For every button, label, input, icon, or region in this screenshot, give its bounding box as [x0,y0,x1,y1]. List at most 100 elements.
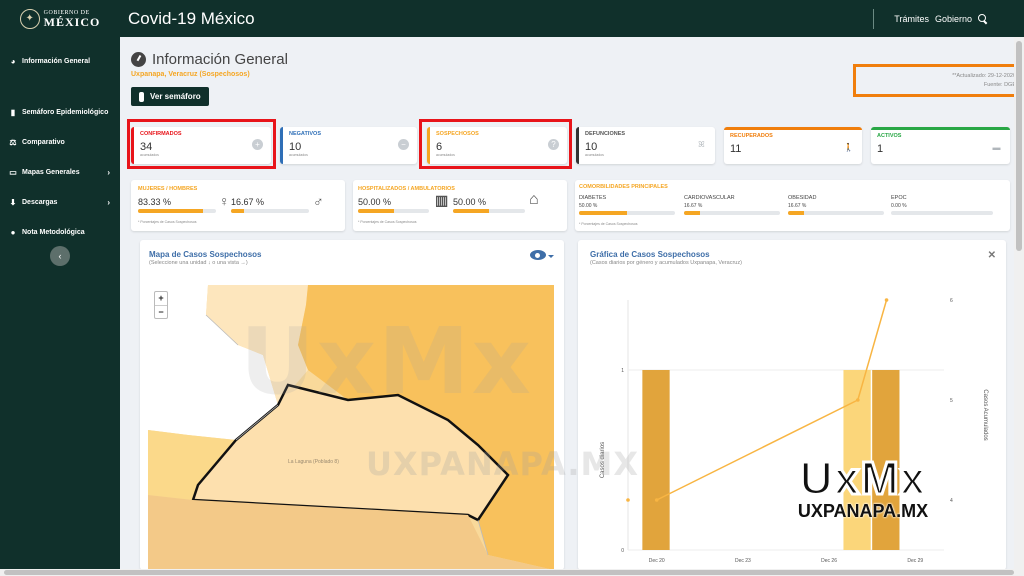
ver-semaforo-button[interactable]: Ver semáforo [131,87,209,106]
scrollbar-thumb[interactable] [4,570,1014,575]
men-value: 16.67 % [231,197,265,207]
cumulative-point [856,398,860,402]
stat-recuperados[interactable]: RECUPERADOS 11 🚶 [724,127,862,164]
y2-tick-label: 5 [950,398,953,404]
uxmx-logo: UxMx UXPANAPA.MX [768,454,958,535]
walking-icon: 🚶 [843,143,854,152]
x-tick-label: Dec 20 [649,558,665,564]
stat-value: 11 [730,143,742,155]
hospital-icon: ▥ [435,192,449,208]
comorbidity-bar-fill [788,211,804,215]
hospitalized-bar [358,209,429,213]
men-bar [231,209,309,213]
home-icon: ⌂ [529,191,539,208]
stat-sub: acumulados [289,153,308,157]
logo-line2: MÉXICO [43,14,101,29]
cumulative-point [884,298,889,302]
comorbidity-label: CARDIOVASCULAR [684,195,735,201]
stat-activos[interactable]: ACTIVOS 1 ▬ [871,127,1010,164]
comorbidity-bar [684,211,780,215]
women-bar-fill [138,209,203,213]
stat-label: RECUPERADOS [730,133,773,139]
comorbidity-bar [788,211,884,215]
ambulatory-bar-fill [453,209,489,213]
stat-label: ACTIVOS [877,133,902,139]
comorbidity-bar-fill [579,211,627,215]
sidebar-item-label: Información General [22,57,91,65]
close-icon[interactable]: ✕ [988,250,996,261]
stat-sub: acumulados [585,153,604,157]
updated-date: **Actualizado: 29-12-2020 [952,72,1016,79]
compare-icon: ⚖ [9,137,17,147]
data-source: Fuente: DGE [983,81,1016,88]
zoom-out-button[interactable]: − [155,305,167,318]
stat-negativos[interactable]: NEGATIVOS 10 acumulados − [280,127,417,164]
sidebar-item-label: Semáforo Epidemiológico [22,108,109,116]
gender-panel: MUJERES / HOMBRES 83.33 % ♀ 16.67 % ♂ * … [131,180,345,231]
y-tick-label: 0 [621,548,624,554]
tramites-link[interactable]: Trámites [894,14,929,24]
cumulative-point [654,498,659,502]
sidebar-item-label: Nota Metodológica [22,228,85,236]
comorbidity-label: EPOC [891,195,907,201]
eagle-seal-icon: ✦ [19,8,40,29]
button-label: Ver semáforo [150,92,201,101]
government-logo[interactable]: ✦ GOBIERNO DE MÉXICO [0,8,120,29]
update-info: **Actualizado: 29-12-2020 Fuente: DGE [853,64,1023,97]
men-bar-fill [231,209,244,213]
page-subtitle: Uxpanapa, Veracruz (Sospechosos) [131,71,250,78]
map-canvas[interactable]: La Laguna (Poblado 8) + − [148,285,554,570]
vertical-scrollbar[interactable] [1014,37,1024,569]
sidebar-item-comparativo[interactable]: ⚖ Comparativo [0,127,120,157]
y-tick-label: 1 [621,368,624,374]
comorbidity-bar [579,211,675,215]
comorbidity-bar [891,211,993,215]
uxmx-logo-url: UXPANAPA.MX [797,501,929,521]
horizontal-scrollbar[interactable] [0,569,1024,576]
download-icon: ⬇ [9,197,17,207]
chevron-right-icon: › [107,167,110,177]
map-place-label: La Laguna (Poblado 8) [288,459,339,465]
stat-defunciones[interactable]: DEFUNCIONES 10 acumulados ꕤ [576,127,715,164]
info-icon: ● [10,227,16,237]
traffic-light-icon: ▮ [10,107,16,117]
sidebar-item-label: Comparativo [22,138,65,146]
footnote: * Porcentajes de Casos Sospechosos [138,220,197,224]
sidebar-item-semaforo[interactable]: ▮ Semáforo Epidemiológico [0,97,120,127]
sidebar-item-label: Mapas Generales [22,168,80,176]
hospital-panel: HOSPITALIZADOS / AMBULATORIOS 50.00 % ▥ … [353,180,567,231]
sidebar: ◕ Información General ▮ Semáforo Epidemi… [0,37,120,576]
chart-title: Gráfica de Casos Sospechosos [590,250,710,259]
comorbidity-value: 16.67 % [684,203,703,209]
sidebar-item-descargas[interactable]: ⬇ Descargas › [0,187,120,217]
eye-icon[interactable] [530,250,546,260]
search-icon[interactable] [978,13,988,24]
sidebar-item-informacion-general[interactable]: ◕ Información General [0,47,120,75]
sidebar-item-nota-metodologica[interactable]: ● Nota Metodológica [0,217,120,247]
comorbidity-value: 0.00 % [891,203,907,209]
male-icon: ♂ [313,193,324,209]
sidebar-item-mapas-generales[interactable]: ▭ Mapas Generales › [0,157,120,187]
comorbidity-value: 50.00 % [579,203,598,209]
bed-icon: ▬ [992,143,1001,152]
caret-down-icon[interactable] [548,255,554,258]
comorbidities-panel: COMORBILIDADES PRINCIPALES DIABETES 50.0… [575,180,1010,231]
gender-title: MUJERES / HOMBRES [138,186,198,192]
stat-value: 10 [585,141,598,153]
map-svg[interactable]: La Laguna (Poblado 8) [148,285,554,570]
scrollbar-thumb[interactable] [1016,41,1022,251]
chart-bar [642,370,670,550]
y2-axis-label: Casos Acumulados [982,389,988,440]
app-title: Covid-19 México [128,8,255,28]
x-tick-label: Dec 29 [907,558,923,564]
comorbidity-label: OBESIDAD [788,195,817,201]
stat-label: NEGATIVOS [289,131,321,137]
header-divider [873,8,875,29]
gobierno-link[interactable]: Gobierno [935,14,972,24]
women-value: 83.33 % [138,197,172,207]
comorbidity-bar-fill [684,211,700,215]
collapse-sidebar-button[interactable]: ‹ [50,246,70,266]
hospitalized-bar-fill [358,209,394,213]
ambulatory-bar [453,209,525,213]
zoom-in-button[interactable]: + [155,292,167,305]
